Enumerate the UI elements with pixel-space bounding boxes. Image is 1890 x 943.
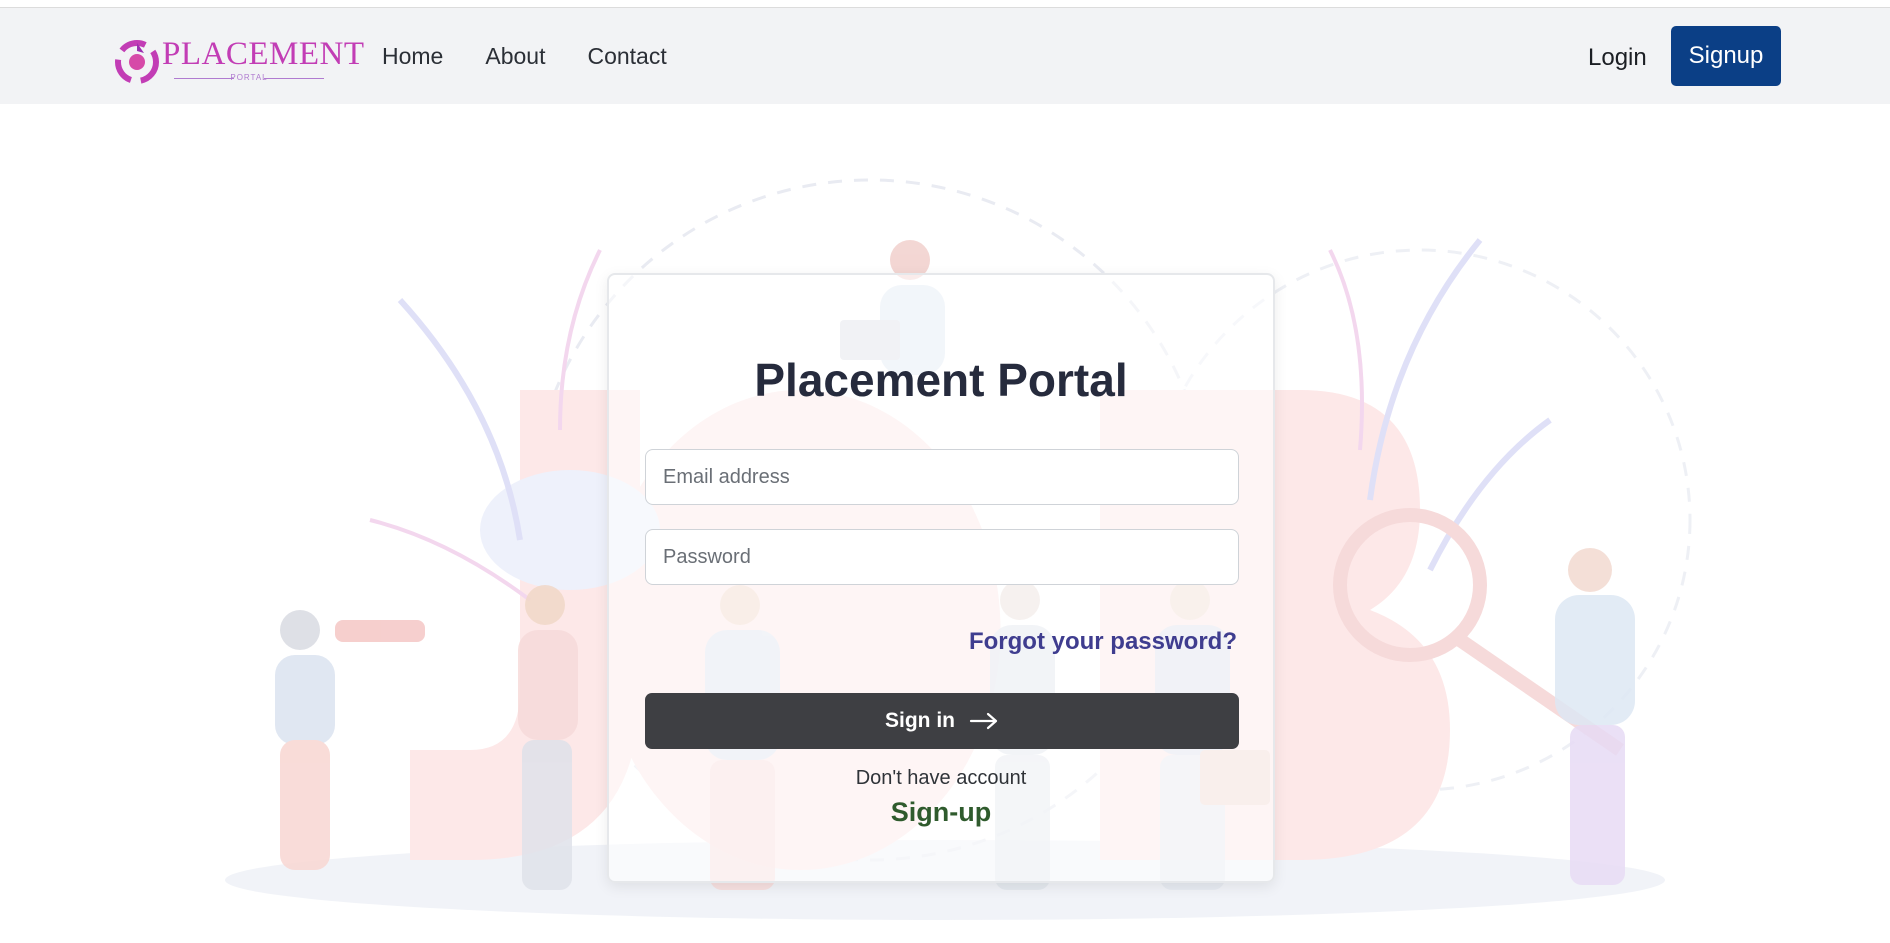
brand-subtitle: PORTAL xyxy=(174,73,324,82)
no-account-text: Don't have account xyxy=(855,767,1027,789)
sign-in-label: Sign in xyxy=(885,709,955,732)
forgot-password-link[interactable]: Forgot your password? xyxy=(969,628,1237,656)
brand-logo[interactable]: PLACEMENT PORTAL xyxy=(114,36,364,88)
password-field[interactable] xyxy=(645,529,1239,585)
top-border xyxy=(0,0,1890,8)
placement-logo-icon xyxy=(115,40,159,84)
nav-contact[interactable]: Contact xyxy=(587,43,666,70)
arrow-right-icon xyxy=(969,712,998,730)
sign-up-link[interactable]: Sign-up xyxy=(609,797,1273,828)
brand-name: PLACEMENT xyxy=(162,36,365,72)
nav-home[interactable]: Home xyxy=(382,43,443,70)
login-card: Placement Portal Forgot your password? S… xyxy=(607,273,1275,883)
email-field[interactable] xyxy=(645,449,1239,505)
signup-button[interactable]: Signup xyxy=(1671,26,1781,86)
navbar: PLACEMENT PORTAL Home About Contact Logi… xyxy=(0,8,1890,104)
login-link[interactable]: Login xyxy=(1588,44,1647,72)
page-title: Placement Portal xyxy=(754,354,1128,406)
nav-links: Home About Contact xyxy=(382,8,667,104)
sign-in-button[interactable]: Sign in xyxy=(645,693,1239,749)
nav-about[interactable]: About xyxy=(485,43,545,70)
